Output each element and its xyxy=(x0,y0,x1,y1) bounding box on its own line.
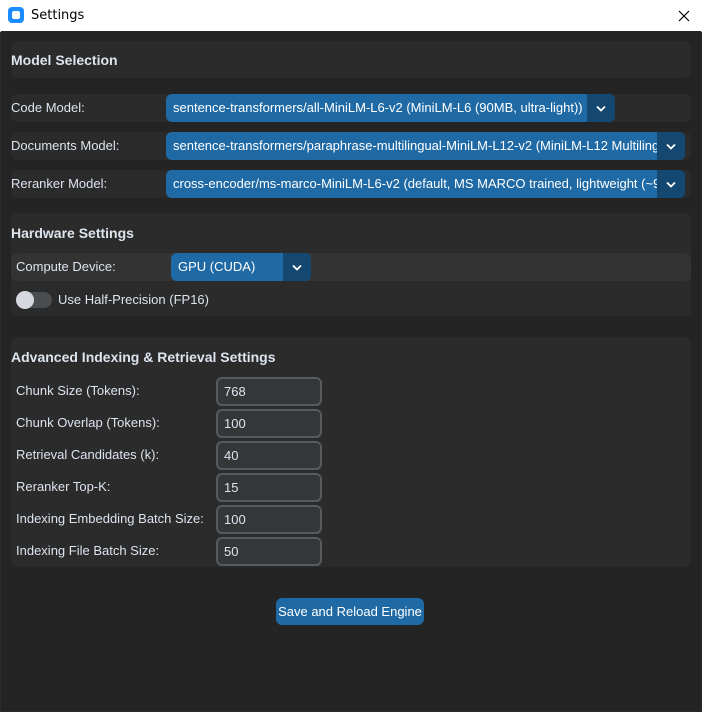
code-model-dropdown-button[interactable] xyxy=(587,94,615,122)
code-model-label: Code Model: xyxy=(11,100,85,115)
half-precision-switch[interactable] xyxy=(16,291,52,309)
chevron-down-icon xyxy=(666,181,676,188)
model-selection-header: Model Selection xyxy=(11,41,691,78)
advanced-settings-title: Advanced Indexing & Retrieval Settings xyxy=(11,349,276,365)
switch-knob xyxy=(16,291,34,309)
advanced-settings-panel: Advanced Indexing & Retrieval Settings C… xyxy=(11,337,691,567)
close-icon xyxy=(678,10,690,21)
documents-model-label: Documents Model: xyxy=(11,138,120,153)
compute-device-value: GPU (CUDA) xyxy=(178,259,256,274)
save-and-reload-button[interactable]: Save and Reload Engine xyxy=(276,598,424,625)
documents-model-dropdown-button[interactable] xyxy=(657,132,685,160)
reranker-model-dropdown-button[interactable] xyxy=(657,170,685,198)
embedding-batch-size-label: Indexing Embedding Batch Size: xyxy=(16,511,204,526)
reranker-top-k-input[interactable] xyxy=(216,473,322,502)
retrieval-candidates-input[interactable] xyxy=(216,441,322,470)
chunk-size-label: Chunk Size (Tokens): xyxy=(16,383,140,398)
code-model-select[interactable]: sentence-transformers/all-MiniLM-L6-v2 (… xyxy=(166,94,615,122)
reranker-model-label: Reranker Model: xyxy=(11,176,108,191)
chunk-overlap-label: Chunk Overlap (Tokens): xyxy=(16,415,160,430)
reranker-model-select[interactable]: cross-encoder/ms-marco-MiniLM-L6-v2 (def… xyxy=(166,170,685,198)
documents-model-select[interactable]: sentence-transformers/paraphrase-multili… xyxy=(166,132,685,160)
reranker-top-k-label: Reranker Top-K: xyxy=(16,479,111,494)
chevron-down-icon xyxy=(292,264,302,271)
file-batch-size-input[interactable] xyxy=(216,537,322,566)
hardware-settings-panel: Hardware Settings Compute Device: GPU (C… xyxy=(11,213,691,316)
reranker-model-value: cross-encoder/ms-marco-MiniLM-L6-v2 (def… xyxy=(173,176,668,191)
retrieval-candidates-label: Retrieval Candidates (k): xyxy=(16,447,160,462)
chunk-overlap-input[interactable] xyxy=(216,409,322,438)
model-selection-title: Model Selection xyxy=(11,52,118,68)
close-button[interactable] xyxy=(666,0,702,31)
documents-model-row: Documents Model: sentence-transformers/p… xyxy=(11,132,691,160)
window-title: Settings xyxy=(31,8,85,23)
app-icon xyxy=(8,7,24,23)
chevron-down-icon xyxy=(666,143,676,150)
file-batch-size-label: Indexing File Batch Size: xyxy=(16,543,160,558)
reranker-model-row: Reranker Model: cross-encoder/ms-marco-M… xyxy=(11,170,691,198)
compute-device-row: Compute Device: GPU (CUDA) xyxy=(11,253,691,281)
chevron-down-icon xyxy=(596,105,606,112)
chunk-size-input[interactable] xyxy=(216,377,322,406)
compute-device-select[interactable]: GPU (CUDA) xyxy=(171,253,311,281)
code-model-value: sentence-transformers/all-MiniLM-L6-v2 (… xyxy=(173,100,583,115)
documents-model-value: sentence-transformers/paraphrase-multili… xyxy=(173,138,677,153)
hardware-settings-title: Hardware Settings xyxy=(11,225,134,241)
compute-device-label: Compute Device: xyxy=(16,259,116,274)
half-precision-label: Use Half-Precision (FP16) xyxy=(58,292,209,307)
code-model-row: Code Model: sentence-transformers/all-Mi… xyxy=(11,94,691,122)
title-bar: Settings xyxy=(0,0,702,32)
settings-window-body: Model Selection Code Model: sentence-tra… xyxy=(1,31,701,711)
compute-device-dropdown-button[interactable] xyxy=(283,253,311,281)
embedding-batch-size-input[interactable] xyxy=(216,505,322,534)
